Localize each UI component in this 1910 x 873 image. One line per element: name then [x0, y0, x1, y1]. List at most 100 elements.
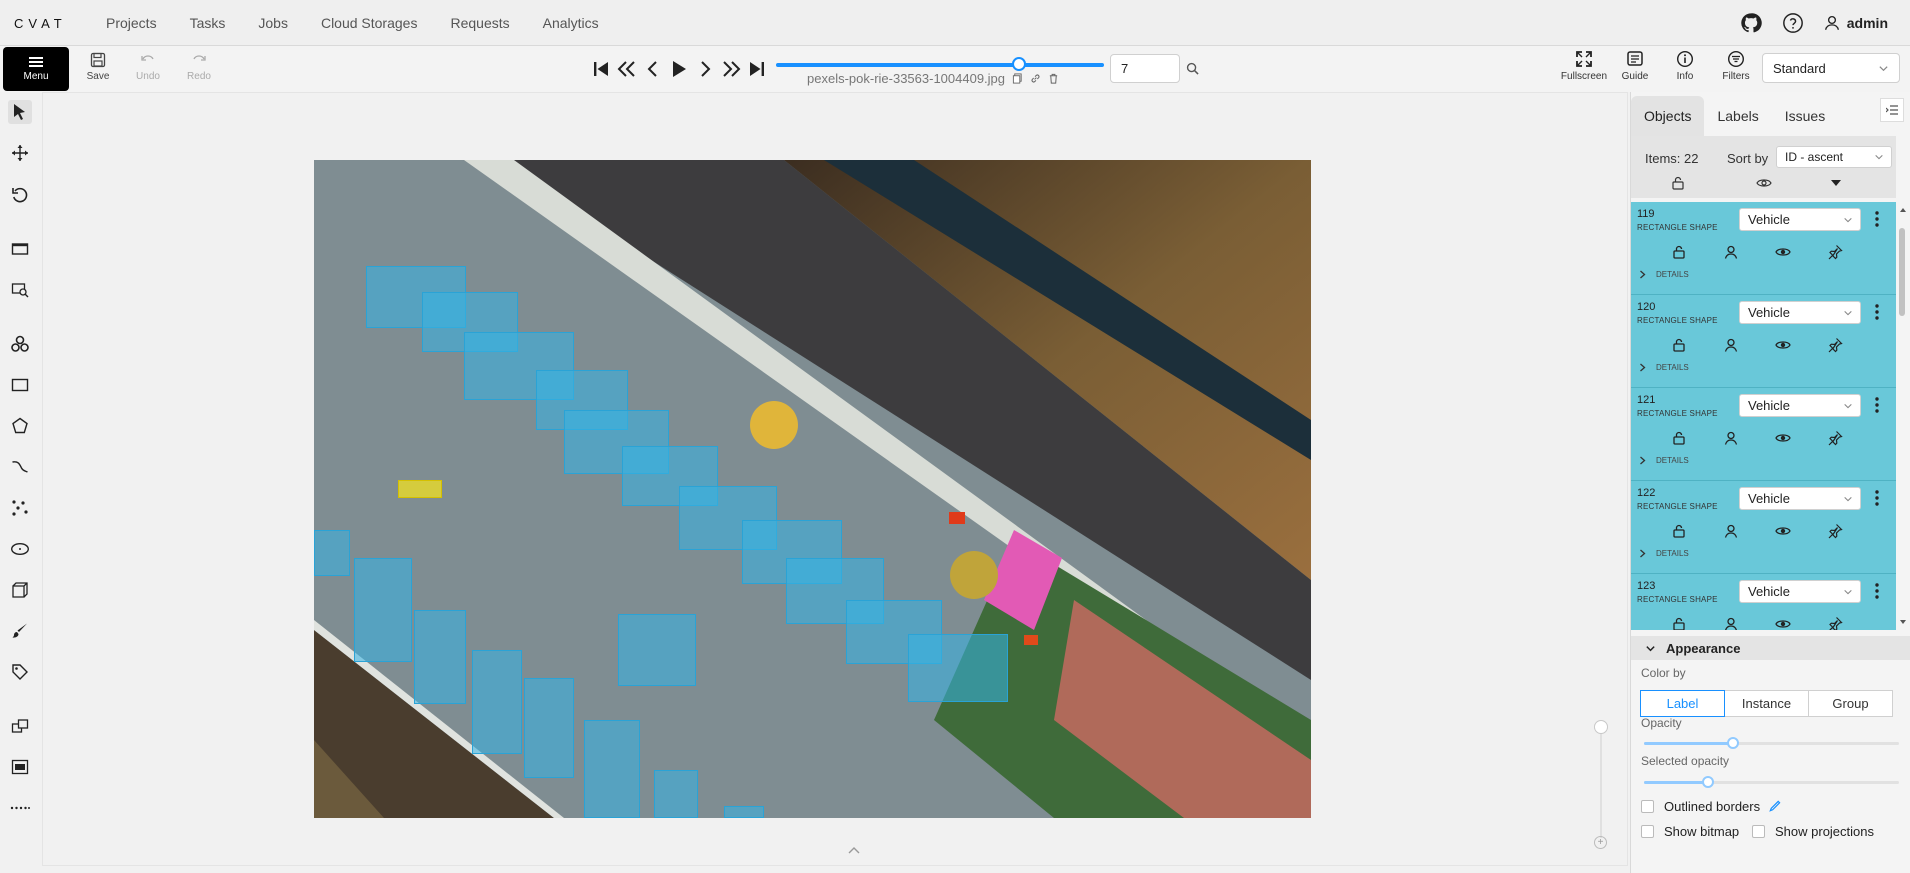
tab-objects[interactable]: Objects [1631, 96, 1705, 136]
eye-icon[interactable] [1775, 616, 1791, 630]
selected-opacity-slider[interactable] [1644, 776, 1899, 788]
nav-cloud-storages[interactable]: Cloud Storages [321, 15, 418, 31]
guide-button[interactable]: Guide [1610, 50, 1660, 90]
zoom-in-icon[interactable]: + [1594, 836, 1607, 849]
pin-icon[interactable] [1827, 523, 1843, 539]
pin-icon[interactable] [1827, 337, 1843, 353]
undo-button[interactable]: Undo [128, 52, 168, 88]
delete-frame-icon[interactable] [1048, 73, 1059, 84]
cursor-tool[interactable] [8, 100, 32, 124]
chevron-up-icon[interactable] [847, 845, 861, 855]
frame-number-input[interactable]: 7 [1110, 54, 1180, 83]
first-frame-button[interactable] [588, 56, 614, 82]
zoom-slider-handle[interactable] [1594, 720, 1608, 734]
forward-step-button[interactable] [718, 56, 744, 82]
selected-opacity-slider-handle[interactable] [1701, 776, 1714, 788]
vehicle-bbox[interactable] [524, 678, 574, 778]
eye-icon[interactable] [1775, 523, 1791, 539]
object-card[interactable]: 120 RECTANGLE SHAPE Vehicle DETAILS [1631, 295, 1896, 388]
more-vertical-icon[interactable] [1874, 582, 1880, 600]
object-label-select[interactable]: Vehicle [1739, 487, 1861, 510]
pin-icon[interactable] [1827, 244, 1843, 260]
vehicle-bbox[interactable] [472, 650, 522, 754]
save-button[interactable]: Save [78, 52, 118, 88]
vehicle-bbox[interactable] [908, 634, 1008, 702]
sort-select[interactable]: ID - ascent [1776, 146, 1892, 168]
opacity-slider[interactable] [1644, 737, 1899, 749]
details-toggle[interactable]: DETAILS [1639, 549, 1689, 558]
nav-analytics[interactable]: Analytics [543, 15, 599, 31]
more-tools[interactable] [8, 796, 32, 820]
previous-frame-button[interactable] [640, 56, 666, 82]
copy-icon[interactable] [1012, 73, 1023, 84]
outlined-borders-checkbox[interactable]: Outlined borders [1641, 799, 1781, 814]
filters-button[interactable]: Filters [1711, 50, 1761, 90]
tag-tool[interactable] [8, 660, 32, 684]
user-menu[interactable]: admin [1823, 14, 1888, 32]
nav-requests[interactable]: Requests [450, 15, 509, 31]
color-picker-icon[interactable] [1768, 800, 1781, 813]
next-frame-button[interactable] [692, 56, 718, 82]
vehicle-bbox[interactable] [314, 530, 350, 576]
more-vertical-icon[interactable] [1874, 396, 1880, 414]
rotate-tool[interactable] [8, 183, 32, 207]
pin-icon[interactable] [1827, 430, 1843, 446]
rectangle-tool[interactable] [8, 373, 32, 397]
brush-tool[interactable] [8, 619, 32, 643]
object-card[interactable]: 122 RECTANGLE SHAPE Vehicle DETAILS [1631, 481, 1896, 574]
object-card[interactable]: 121 RECTANGLE SHAPE Vehicle DETAILS [1631, 388, 1896, 481]
ai-tools[interactable] [8, 332, 32, 356]
cuboid-tool[interactable] [8, 578, 32, 602]
eye-icon[interactable] [1775, 337, 1791, 353]
fit-image-tool[interactable] [8, 237, 32, 261]
workspace-select[interactable]: Standard [1762, 53, 1900, 83]
color-by-label-option[interactable]: Label [1640, 690, 1725, 717]
appearance-header[interactable]: Appearance [1631, 636, 1910, 660]
eye-icon[interactable] [1775, 430, 1791, 446]
object-label-select[interactable]: Vehicle [1739, 580, 1861, 603]
link-icon[interactable] [1030, 73, 1041, 84]
play-button[interactable] [666, 56, 692, 82]
lock-icon[interactable] [1671, 337, 1687, 353]
lock-icon[interactable] [1671, 244, 1687, 260]
back-step-button[interactable] [614, 56, 640, 82]
details-toggle[interactable]: DETAILS [1639, 456, 1689, 465]
color-by-instance-option[interactable]: Instance [1724, 690, 1809, 717]
eye-all-icon[interactable] [1756, 176, 1772, 190]
vehicle-bbox[interactable] [414, 610, 466, 704]
user-icon[interactable] [1723, 244, 1739, 260]
collapse-sidebar-button[interactable] [1880, 98, 1904, 122]
last-frame-button[interactable] [744, 56, 770, 82]
eye-icon[interactable] [1775, 244, 1791, 260]
color-by-group-option[interactable]: Group [1808, 690, 1893, 717]
checkbox-box[interactable] [1641, 800, 1654, 813]
redo-button[interactable]: Redo [179, 52, 219, 88]
object-label-select[interactable]: Vehicle [1739, 208, 1861, 231]
lock-icon[interactable] [1671, 616, 1687, 630]
vehicle-bbox[interactable] [354, 558, 412, 662]
vehicle-bbox[interactable] [724, 806, 764, 818]
user-icon[interactable] [1723, 430, 1739, 446]
group-tool[interactable] [8, 755, 32, 779]
caret-down-icon[interactable] [1830, 179, 1842, 187]
nav-jobs[interactable]: Jobs [258, 15, 288, 31]
nav-tasks[interactable]: Tasks [190, 15, 226, 31]
lock-all-icon[interactable] [1671, 176, 1685, 190]
more-vertical-icon[interactable] [1874, 303, 1880, 321]
object-card[interactable]: 119 RECTANGLE SHAPE Vehicle DETAILS [1631, 202, 1896, 295]
details-toggle[interactable]: DETAILS [1639, 270, 1689, 279]
move-tool[interactable] [8, 141, 32, 165]
lock-icon[interactable] [1671, 523, 1687, 539]
pin-icon[interactable] [1827, 616, 1843, 630]
object-bbox-yellow[interactable] [398, 480, 442, 498]
scrollbar-thumb[interactable] [1899, 228, 1905, 316]
zoom-slider[interactable] [1600, 728, 1602, 838]
more-vertical-icon[interactable] [1874, 210, 1880, 228]
fullscreen-button[interactable]: Fullscreen [1559, 50, 1609, 90]
show-projections-checkbox[interactable]: Show projections [1752, 824, 1874, 839]
object-label-select[interactable]: Vehicle [1739, 301, 1861, 324]
checkbox-box[interactable] [1752, 825, 1765, 838]
vehicle-bbox[interactable] [584, 720, 640, 818]
points-tool[interactable] [8, 496, 32, 520]
frame-slider[interactable] [776, 63, 1104, 67]
